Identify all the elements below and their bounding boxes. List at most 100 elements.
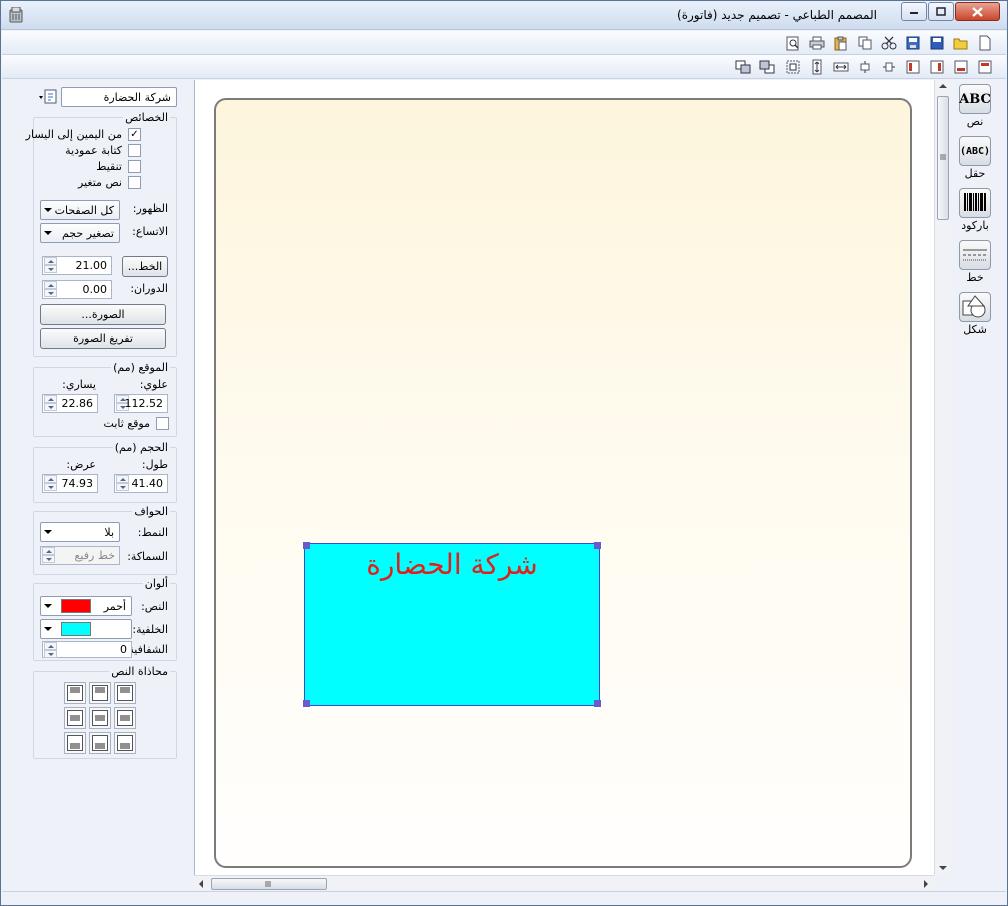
- paste-icon[interactable]: [832, 34, 850, 52]
- align-bottom-right-icon[interactable]: [114, 732, 136, 754]
- height-spinner[interactable]: 41.40: [114, 474, 168, 493]
- spin-up-icon[interactable]: [42, 547, 55, 555]
- object-dropdown-icon[interactable]: [39, 89, 59, 105]
- spin-up-icon[interactable]: [44, 642, 57, 650]
- text-color-select[interactable]: أحمر: [40, 596, 132, 616]
- align-bottom-left-icon[interactable]: [64, 732, 86, 754]
- resize-handle[interactable]: [303, 700, 310, 707]
- background-color-select[interactable]: [40, 619, 132, 639]
- border-style-select[interactable]: بلا: [40, 522, 120, 542]
- design-canvas[interactable]: شركة الحضارة: [194, 80, 934, 875]
- background-color-swatch: [61, 622, 91, 636]
- image-button[interactable]: الصورة...: [40, 304, 166, 325]
- spin-up-icon[interactable]: [44, 475, 57, 483]
- copy-icon[interactable]: [856, 34, 874, 52]
- spin-down-icon[interactable]: [44, 403, 57, 411]
- width-spinner[interactable]: 74.93: [42, 474, 98, 493]
- maximize-button[interactable]: [928, 2, 954, 21]
- line-tool[interactable]: خط: [957, 240, 993, 284]
- object-selector[interactable]: شركة الحضارة: [61, 87, 177, 107]
- distribute-vertical-icon[interactable]: [808, 58, 826, 76]
- align-right-icon[interactable]: [928, 58, 946, 76]
- cut-icon[interactable]: [880, 34, 898, 52]
- text-element[interactable]: شركة الحضارة: [303, 542, 601, 707]
- center-vertical-icon[interactable]: [880, 58, 898, 76]
- horizontal-scroll-thumb[interactable]: [211, 878, 327, 890]
- scroll-left-icon[interactable]: [199, 880, 203, 888]
- font-button[interactable]: الخط...: [122, 256, 168, 277]
- spin-down-icon[interactable]: [44, 289, 57, 297]
- fit-select[interactable]: تصغير حجم: [40, 223, 120, 243]
- scroll-right-icon[interactable]: [924, 880, 928, 888]
- transparency-label: الشفافية: [128, 643, 168, 656]
- align-middle-left-icon[interactable]: [64, 707, 86, 729]
- center-horizontal-icon[interactable]: [856, 58, 874, 76]
- spin-down-icon[interactable]: [44, 483, 57, 491]
- bring-front-icon[interactable]: [734, 58, 752, 76]
- resize-handle[interactable]: [594, 542, 601, 549]
- left-spinner[interactable]: 22.86: [42, 394, 98, 413]
- clear-image-button[interactable]: تفريغ الصورة: [40, 328, 166, 349]
- align-bottom-center-icon[interactable]: [89, 732, 111, 754]
- minimize-button[interactable]: [901, 2, 927, 21]
- vertical-text-checkbox[interactable]: [128, 144, 141, 157]
- align-middle-right-icon[interactable]: [114, 707, 136, 729]
- vertical-scrollbar[interactable]: [934, 80, 950, 875]
- field-tool[interactable]: (ABC) حقل: [957, 136, 993, 180]
- send-back-icon[interactable]: [758, 58, 776, 76]
- spin-up-icon[interactable]: [44, 395, 57, 403]
- align-top-center-icon[interactable]: [89, 682, 111, 704]
- text-element-content: شركة الحضارة: [366, 548, 538, 581]
- position-group-title: الموقع (مم): [111, 361, 170, 374]
- properties-group: الخصائص ✓ من اليمين إلى اليسار كتابة عمو…: [26, 111, 177, 357]
- print-icon[interactable]: [808, 34, 826, 52]
- align-middle-center-icon[interactable]: [89, 707, 111, 729]
- spin-up-icon[interactable]: [44, 281, 57, 289]
- height-label: طول:: [141, 458, 168, 471]
- align-bottom-icon[interactable]: [952, 58, 970, 76]
- save-icon[interactable]: [928, 34, 946, 52]
- chevron-down-icon: [44, 627, 52, 631]
- font-size-spinner[interactable]: 21.00: [42, 256, 112, 275]
- transparency-spinner[interactable]: 0: [42, 641, 132, 658]
- borders-group: الحواف النمط: بلا السماكة: خط رفيع: [33, 505, 177, 575]
- resize-handle[interactable]: [594, 700, 601, 707]
- align-left-icon[interactable]: [904, 58, 922, 76]
- scroll-down-icon[interactable]: [939, 866, 947, 870]
- dotted-checkbox[interactable]: [128, 160, 141, 173]
- spin-down-icon[interactable]: [116, 483, 129, 491]
- open-folder-icon[interactable]: [952, 34, 970, 52]
- visibility-select[interactable]: كل الصفحات: [40, 200, 120, 220]
- scroll-up-icon[interactable]: [939, 84, 947, 88]
- text-tool[interactable]: ABC نص: [957, 84, 993, 128]
- save-as-icon[interactable]: [904, 34, 922, 52]
- page-sheet[interactable]: شركة الحضارة: [214, 98, 912, 868]
- variable-text-checkbox[interactable]: [128, 176, 141, 189]
- rtl-checkbox[interactable]: ✓: [128, 128, 141, 141]
- barcode-tool[interactable]: باركود: [957, 188, 993, 232]
- spin-up-icon[interactable]: [44, 257, 57, 265]
- rotation-spinner[interactable]: 0.00: [42, 280, 112, 299]
- distribute-horizontal-icon[interactable]: [832, 58, 850, 76]
- resize-handle[interactable]: [303, 542, 310, 549]
- shape-tool[interactable]: شكل: [957, 292, 993, 336]
- close-button[interactable]: [955, 2, 1000, 21]
- align-top-right-icon[interactable]: [114, 682, 136, 704]
- fixed-position-checkbox[interactable]: [156, 417, 169, 430]
- spin-down-icon[interactable]: [42, 555, 55, 563]
- new-document-icon[interactable]: [976, 34, 994, 52]
- spin-up-icon[interactable]: [116, 475, 129, 483]
- chevron-down-icon: [44, 231, 52, 235]
- horizontal-scrollbar[interactable]: [194, 875, 934, 891]
- vertical-scroll-thumb[interactable]: [937, 96, 949, 220]
- spin-down-icon[interactable]: [44, 265, 57, 273]
- colors-group-title: ألوان: [142, 577, 170, 590]
- align-top-left-icon[interactable]: [64, 682, 86, 704]
- print-preview-icon[interactable]: [784, 34, 802, 52]
- top-spinner[interactable]: 112.52: [114, 394, 168, 413]
- align-top-icon[interactable]: [976, 58, 994, 76]
- center-on-page-icon[interactable]: [784, 58, 802, 76]
- app-icon[interactable]: [9, 6, 23, 23]
- spin-down-icon[interactable]: [44, 650, 57, 658]
- thickness-spinner[interactable]: خط رفيع: [40, 546, 120, 565]
